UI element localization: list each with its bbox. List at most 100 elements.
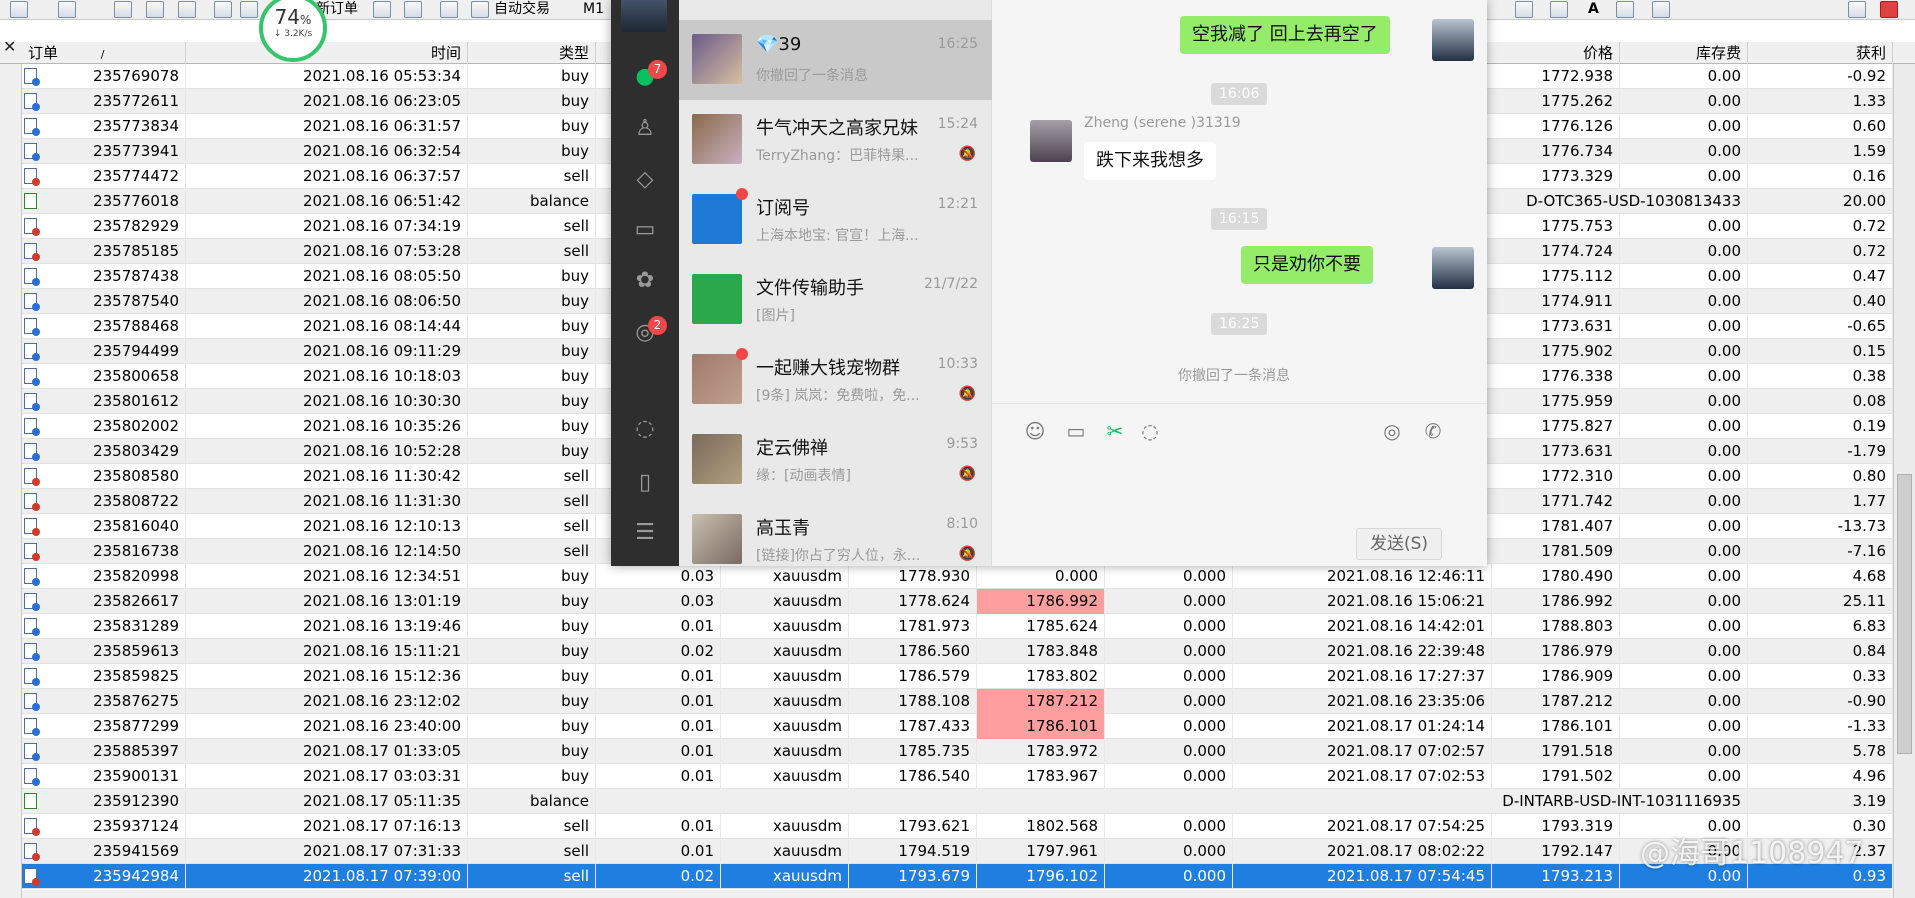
cell-symbol: xauusdm xyxy=(721,664,849,689)
cell-size: 0.01 xyxy=(596,764,721,789)
wechat-sidebar: ● 7 ♙ ◇ ▭ ✿ ◎ 2 ◌ ▯ ☰ xyxy=(611,0,679,566)
tester-icon[interactable] xyxy=(240,1,258,18)
menu-icon[interactable]: ☰ xyxy=(611,516,679,550)
new-chart-icon[interactable] xyxy=(10,1,28,18)
text-label-icon[interactable] xyxy=(1616,1,1634,18)
sender-avatar[interactable] xyxy=(1030,120,1072,162)
auto-trading-button[interactable]: 自动交易 xyxy=(494,0,550,18)
col-type[interactable]: 类型 xyxy=(468,42,596,64)
profiles-icon[interactable] xyxy=(58,1,76,18)
chat-item[interactable]: 高玉青 8:10 [链接]你占了穷人位，永... 🔕 xyxy=(679,500,992,580)
col-price[interactable]: 价格 xyxy=(1492,42,1620,64)
cell-open-price: 1793.621 xyxy=(849,814,977,839)
table-row[interactable]: 235826617 2021.08.16 13:01:19 buy 0.03 xauus… xyxy=(22,589,1893,614)
cell-swap: 0.00 xyxy=(1620,464,1748,489)
table-row[interactable]: 235859613 2021.08.16 15:11:21 buy 0.02 xauus… xyxy=(22,639,1893,664)
grid-lines-icon[interactable] xyxy=(1550,1,1568,18)
chat-bubble-icon[interactable]: ● xyxy=(611,60,679,94)
cell-profit: -0.65 xyxy=(1748,314,1893,339)
order-number: 235942984 xyxy=(93,867,179,885)
cell-close-time: 2021.08.17 08:02:22 xyxy=(1233,839,1492,864)
notification-icon[interactable] xyxy=(1880,1,1898,18)
cell-order: 235808722 xyxy=(22,489,186,514)
search-icon[interactable] xyxy=(1848,1,1866,18)
order-icon xyxy=(24,593,40,611)
contacts-icon[interactable]: ♙ xyxy=(611,112,679,146)
table-row[interactable]: 235885397 2021.08.17 01:33:05 buy 0.01 xauus… xyxy=(22,739,1893,764)
screenshot-scissors-icon[interactable]: ✂ xyxy=(1102,419,1128,443)
chat-time: 8:10 xyxy=(946,516,978,532)
cell-price: 1776.126 xyxy=(1492,114,1620,139)
market-watch-icon[interactable] xyxy=(114,1,132,18)
chat-time: 10:33 xyxy=(937,356,978,372)
timeframe-m1-button[interactable]: M1 xyxy=(583,0,604,18)
chat-item[interactable]: 牛气冲天之高家兄妹 15:24 TerryZhang：巴菲特果... 🔕 xyxy=(679,100,992,180)
terminal-icon[interactable] xyxy=(214,1,232,18)
col-profit[interactable]: 获利 xyxy=(1748,42,1893,64)
emoji-icon[interactable]: ☺ xyxy=(1022,419,1048,443)
chat-item[interactable]: 文件传输助手 21/7/22 [图片] xyxy=(679,260,992,340)
cell-type: buy xyxy=(468,614,596,639)
vertical-scrollbar[interactable] xyxy=(1893,64,1915,898)
miniapp-link-icon[interactable]: ◌ xyxy=(611,412,679,446)
crosshair-icon[interactable] xyxy=(146,1,164,18)
table-row[interactable]: 235876275 2021.08.16 23:12:02 buy 0.01 xauus… xyxy=(22,689,1893,714)
chat-item[interactable]: 定云佛禅 9:53 缘：[动画表情] 🔕 xyxy=(679,420,992,500)
table-row[interactable]: 235942984 2021.08.17 07:39:00 sell 0.02 xauu… xyxy=(22,864,1893,889)
cell-profit: -0.92 xyxy=(1748,64,1893,89)
cell-size: 0.01 xyxy=(596,814,721,839)
chat-history-icon[interactable]: ◌ xyxy=(1137,419,1163,443)
folder-icon[interactable]: ▭ xyxy=(611,213,679,247)
expert-advisor-icon[interactable] xyxy=(404,1,422,18)
table-row[interactable]: 235859825 2021.08.16 15:12:36 buy 0.01 xauus… xyxy=(22,664,1893,689)
cell-type: buy xyxy=(468,289,596,314)
chat-item[interactable]: 💎39 16:25 你撤回了一条消息 xyxy=(679,20,992,100)
live-icon[interactable]: ◎ xyxy=(1379,419,1405,443)
fibonacci-icon[interactable] xyxy=(1515,1,1533,18)
cell-order: 235788468 xyxy=(22,314,186,339)
close-icon[interactable]: ✕ xyxy=(3,37,16,56)
cell-profit: 0.38 xyxy=(1748,364,1893,389)
phone-icon[interactable]: ▯ xyxy=(611,466,679,500)
pencil-icon[interactable] xyxy=(373,1,391,18)
cell-type: sell xyxy=(468,539,596,564)
col-swap[interactable]: 库存费 xyxy=(1620,42,1748,64)
chat-msg: [9条] 岚岚：免费啦，免... xyxy=(756,388,920,404)
favorites-cube-icon[interactable]: ◇ xyxy=(611,163,679,197)
file-folder-icon[interactable]: ▭ xyxy=(1063,419,1089,443)
send-button[interactable]: 发送(S) xyxy=(1356,528,1442,560)
moments-icon[interactable]: ◎ xyxy=(611,316,679,350)
table-row[interactable]: 235941569 2021.08.17 07:31:33 sell 0.01 xauu… xyxy=(22,839,1893,864)
voice-call-icon[interactable]: ✆ xyxy=(1420,419,1446,443)
cell-time: 2021.08.16 05:53:34 xyxy=(186,64,468,89)
cell-order: 235776018 xyxy=(22,189,186,214)
globe-icon[interactable] xyxy=(440,1,458,18)
my-avatar[interactable] xyxy=(621,0,667,32)
favorites-star-icon[interactable] xyxy=(178,1,196,18)
table-row[interactable]: 235937124 2021.08.17 07:16:13 sell 0.01 xauu… xyxy=(22,814,1893,839)
col-order[interactable]: 订单 / xyxy=(22,42,186,64)
chat-item[interactable]: 一起赚大钱宠物群 10:33 [9条] 岚岚：免费啦，免... 🔕 xyxy=(679,340,992,420)
table-row[interactable]: 235900131 2021.08.17 03:03:31 buy 0.01 xauus… xyxy=(22,764,1893,789)
auto-trading-icon[interactable] xyxy=(471,1,489,18)
scrollbar-thumb[interactable] xyxy=(1897,474,1912,754)
chat-item[interactable]: 订阅号 12:21 上海本地宝: 官宣！上海... xyxy=(679,180,992,260)
cell-take-profit: 0.000 xyxy=(1105,689,1233,714)
arrow-tool-icon[interactable] xyxy=(1652,1,1670,18)
order-number: 235801612 xyxy=(93,392,179,410)
table-row[interactable]: 235831289 2021.08.16 13:19:46 buy 0.01 xauus… xyxy=(22,614,1893,639)
cell-take-profit: 0.000 xyxy=(1105,739,1233,764)
text-tool-icon[interactable]: A xyxy=(1588,0,1599,18)
mini-program-icon[interactable]: ✿ xyxy=(611,264,679,298)
table-row[interactable]: 235877299 2021.08.16 23:40:00 buy 0.01 xauus… xyxy=(22,714,1893,739)
table-row[interactable]: 235912390 2021.08.17 05:11:35 balance D-INT… xyxy=(22,789,1893,814)
order-number: 235769078 xyxy=(93,67,179,85)
cell-swap: 0.00 xyxy=(1620,564,1748,589)
cell-swap: 0.00 xyxy=(1620,614,1748,639)
col-time[interactable]: 时间 xyxy=(186,42,468,64)
mute-bell-icon: 🔕 xyxy=(958,386,976,402)
cell-profit: 6.83 xyxy=(1748,614,1893,639)
cell-order: 235808580 xyxy=(22,464,186,489)
cell-time: 2021.08.16 06:37:57 xyxy=(186,164,468,189)
cell-size: 0.01 xyxy=(596,614,721,639)
